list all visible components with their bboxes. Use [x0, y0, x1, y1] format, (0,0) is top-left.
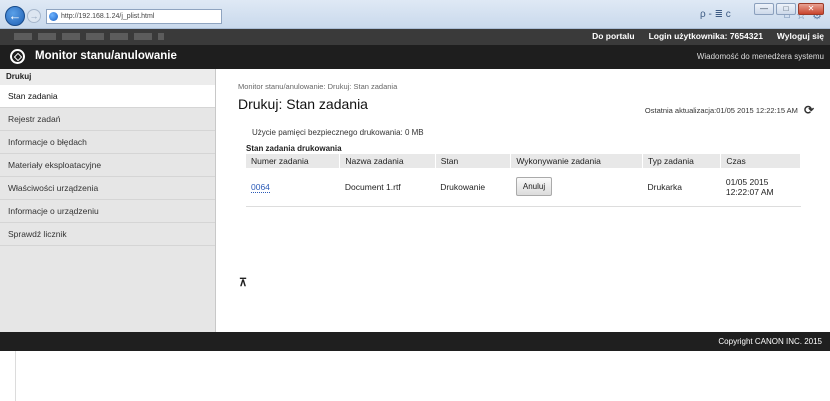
sidebar-item-device-info[interactable]: Informacje o urządzeniu	[0, 200, 215, 223]
job-time: 01/05 2015 12:22:07 AM	[720, 168, 801, 207]
main-content: Monitor stanu/anulowanie: Drukuj: Stan z…	[216, 69, 830, 332]
ie-icon	[49, 12, 58, 21]
sidebar-item-error-info[interactable]: Informacje o błędach	[0, 131, 215, 154]
back-icon[interactable]: ←	[5, 6, 25, 26]
browser-titlebar: ← → http://192.168.1.24/j_plist.html ρ -…	[0, 0, 830, 29]
window-controls: — □ ✕	[754, 3, 824, 15]
memory-usage: Użycie pamięci bezpiecznego drukowania: …	[252, 128, 424, 137]
search-icon[interactable]: ρ - ≣ c	[700, 9, 731, 20]
sidebar-item-job-status[interactable]: Stan zadania	[0, 85, 215, 108]
col-status: Stan	[435, 154, 512, 168]
job-time-clock: 12:22:07 AM	[725, 186, 774, 197]
address-bar[interactable]: http://192.168.1.24/j_plist.html	[46, 9, 222, 24]
section-title: Stan zadania drukowania	[246, 144, 342, 153]
col-job-type: Typ zadania	[642, 154, 722, 168]
maximize-button[interactable]: □	[776, 3, 796, 15]
sidebar-heading: Drukuj	[0, 69, 215, 85]
job-name: Document 1.rtf	[339, 168, 436, 207]
address-url: http://192.168.1.24/j_plist.html	[61, 13, 155, 20]
refresh-icon[interactable]: ⟳	[804, 103, 814, 117]
browser-empty-area	[0, 351, 830, 401]
job-time-date: 01/05 2015	[725, 176, 769, 187]
col-job-number: Numer zadania	[246, 154, 341, 168]
sidebar-item-check-counter[interactable]: Sprawdź licznik	[0, 223, 215, 246]
remote-ui-logo-icon	[10, 49, 25, 64]
device-name-blurred	[14, 33, 164, 40]
table-row: 0064 Document 1.rtf Drukowanie Anuluj Dr…	[246, 168, 801, 207]
sidebar-item-consumables[interactable]: Materiały eksploatacyjne	[0, 154, 215, 177]
sidebar-item-job-log[interactable]: Rejestr zadań	[0, 108, 215, 131]
last-update-text: Ostatnia aktualizacja:01/05 2015 12:22:1…	[644, 105, 798, 115]
breadcrumb: Monitor stanu/anulowanie: Drukuj: Stan z…	[238, 82, 398, 91]
logout-link[interactable]: Wyloguj się	[777, 31, 824, 41]
page-title: Drukuj: Stan zadania	[238, 96, 368, 112]
last-update: Ostatnia aktualizacja:01/05 2015 12:22:1…	[645, 103, 814, 117]
job-type: Drukarka	[642, 168, 721, 207]
job-status-table: Numer zadania Nazwa zadania Stan Wykonyw…	[246, 154, 801, 207]
back-to-top-icon[interactable]: ⊼	[239, 276, 247, 289]
login-info: Login użytkownika: 7654321	[649, 31, 763, 41]
forward-icon[interactable]: →	[27, 9, 41, 23]
copyright: Copyright CANON INC. 2015	[718, 337, 822, 346]
window-edge	[0, 351, 16, 401]
login-value: 7654321	[729, 31, 763, 41]
page-footer: Copyright CANON INC. 2015	[0, 332, 830, 351]
close-button[interactable]: ✕	[798, 3, 824, 15]
col-job-name: Nazwa zadania	[339, 154, 436, 168]
col-time: Czas	[720, 154, 801, 168]
col-job-action: Wykonywanie zadania	[510, 154, 643, 168]
table-header-row: Numer zadania Nazwa zadania Stan Wykonyw…	[246, 154, 801, 168]
portal-link[interactable]: Do portalu	[592, 31, 635, 41]
app-header: Monitor stanu/anulowanie Wiadomość do me…	[0, 45, 830, 69]
login-label: Login użytkownika:	[648, 31, 728, 41]
app-title: Monitor stanu/anulowanie	[35, 50, 177, 62]
minimize-button[interactable]: —	[754, 3, 774, 15]
search-controls[interactable]: ρ - ≣ c	[700, 9, 731, 20]
sidebar: Drukuj Stan zadania Rejestr zadań Inform…	[0, 69, 216, 332]
job-status: Drukowanie	[435, 168, 511, 207]
user-bar: Do portalu Login użytkownika: 7654321 Wy…	[0, 29, 830, 45]
sidebar-item-device-features[interactable]: Właściwości urządzenia	[0, 177, 215, 200]
job-number-link[interactable]: 0064	[251, 181, 270, 193]
message-to-admin-link[interactable]: Wiadomość do menedżera systemu	[697, 52, 824, 61]
cancel-button[interactable]: Anuluj	[515, 177, 553, 197]
